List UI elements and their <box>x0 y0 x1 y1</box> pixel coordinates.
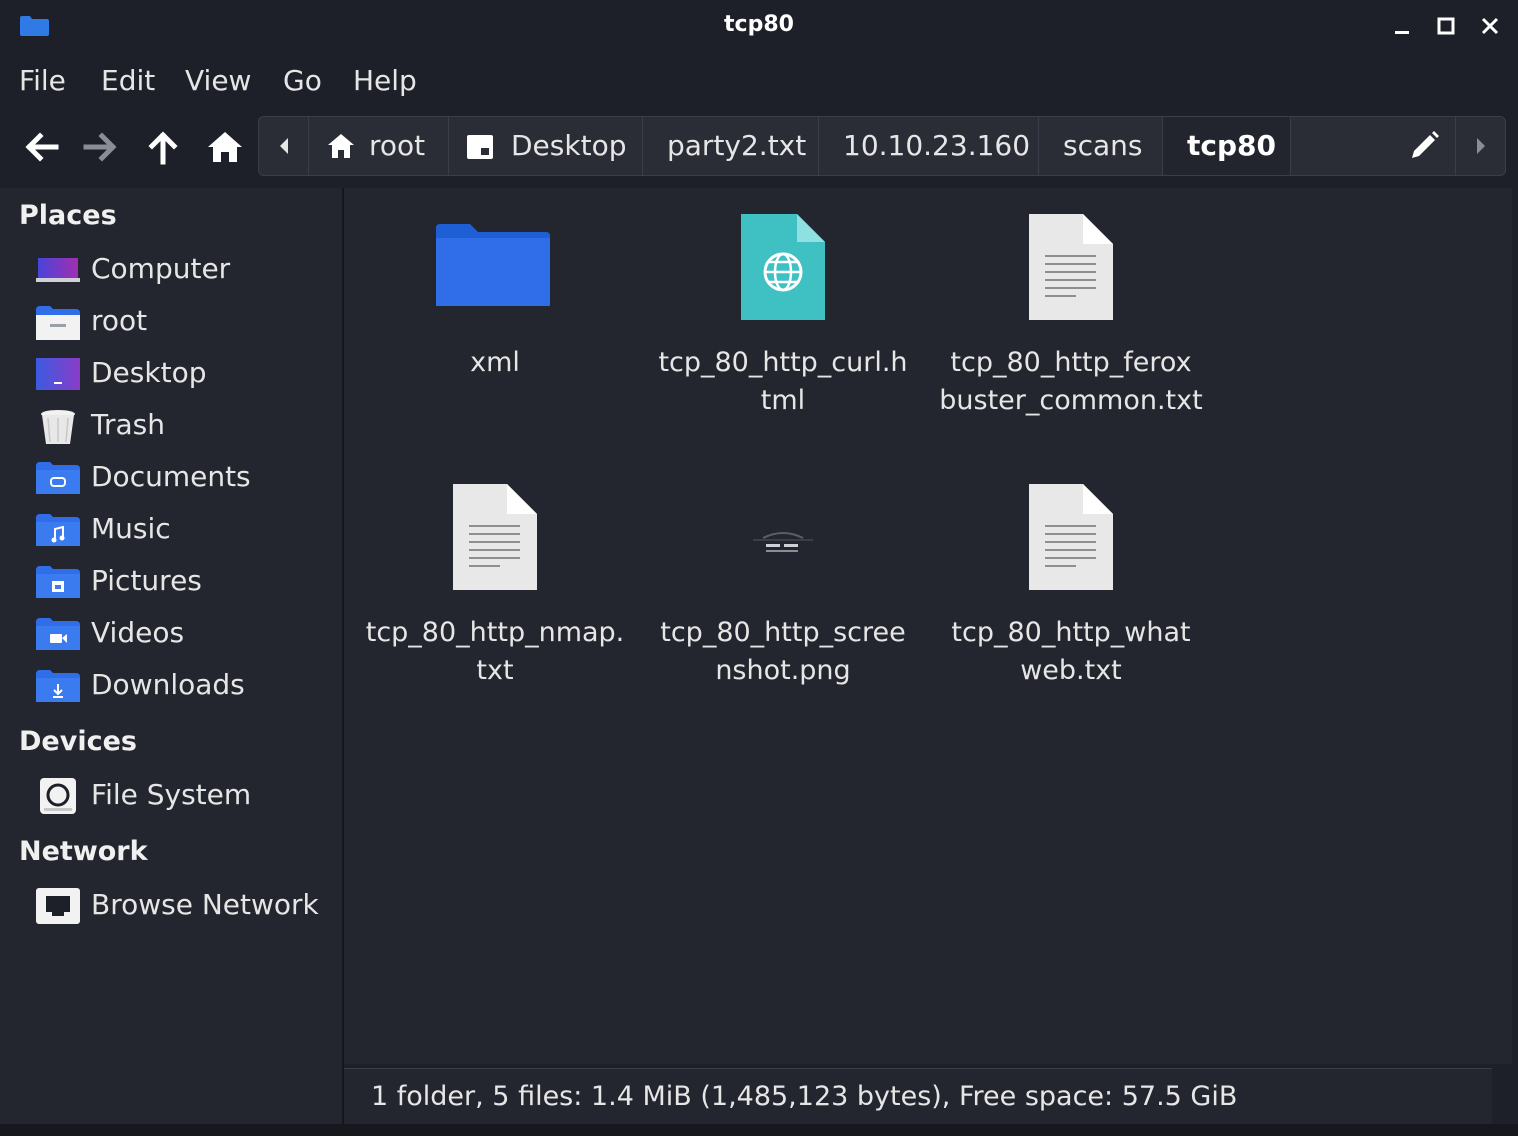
file-name: tcp_80_http_curl.h tml <box>658 347 908 416</box>
sidebar-item-label: Browse Network <box>91 888 319 921</box>
text-file-icon <box>1029 484 1113 590</box>
sidebar-item-trash[interactable]: Trash <box>36 406 336 446</box>
close-icon[interactable] <box>1478 14 1502 38</box>
network-header: Network <box>19 836 148 867</box>
window-bottom-edge <box>0 1124 1518 1136</box>
breadcrumb-party2[interactable]: party2.txt <box>643 117 819 175</box>
sidebar-item-label: root <box>91 304 148 337</box>
file-item-screenshot[interactable]: tcp_80_http_scree nshot.png <box>638 480 928 720</box>
sidebar-item-videos[interactable]: Videos <box>36 614 336 654</box>
sidebar-item-label: Downloads <box>91 668 245 701</box>
menu-edit[interactable]: Edit <box>101 64 155 97</box>
computer-icon <box>36 258 80 282</box>
music-folder-icon <box>36 514 80 546</box>
file-name: tcp_80_http_scree nshot.png <box>660 617 906 686</box>
breadcrumb-root[interactable]: root <box>309 117 449 175</box>
arrow-right-icon[interactable] <box>82 128 120 166</box>
sidebar-item-documents[interactable]: Documents <box>36 458 336 498</box>
file-item-xml[interactable]: xml <box>350 210 640 450</box>
sidebar-item-label: Documents <box>91 460 251 493</box>
html-file-icon <box>741 214 825 320</box>
devices-header: Devices <box>19 726 137 757</box>
sidebar-item-music[interactable]: Music <box>36 510 336 550</box>
sidebar-item-computer[interactable]: Computer <box>36 250 336 290</box>
arrow-left-icon[interactable] <box>22 128 60 166</box>
menu-help[interactable]: Help <box>353 64 417 97</box>
minimize-icon[interactable] <box>1390 14 1414 38</box>
desktop-icon <box>467 135 493 159</box>
network-icon <box>36 888 80 924</box>
image-file-icon <box>753 532 813 552</box>
sidebar-item-downloads[interactable]: Downloads <box>36 666 336 706</box>
breadcrumb-label: Desktop <box>511 129 627 162</box>
breadcrumb-tcp80[interactable]: tcp80 <box>1163 117 1291 175</box>
arrow-up-icon[interactable] <box>144 128 182 166</box>
sidebar-item-root[interactable]: root <box>36 302 336 342</box>
breadcrumb-label: root <box>369 129 426 162</box>
edit-location-button[interactable] <box>1395 117 1453 175</box>
breadcrumb: root Desktop party2.txt 10.10.23.160 sca… <box>258 116 1506 176</box>
breadcrumb-scroll-right[interactable] <box>1455 117 1505 175</box>
title-bar: tcp80 <box>0 0 1518 54</box>
breadcrumb-desktop[interactable]: Desktop <box>449 117 643 175</box>
file-item-nmap[interactable]: tcp_80_http_nmap. txt <box>350 480 640 720</box>
file-item-whatweb[interactable]: tcp_80_http_what web.txt <box>926 480 1216 720</box>
file-item-feroxbuster[interactable]: tcp_80_http_ferox buster_common.txt <box>926 210 1216 450</box>
trash-icon <box>41 410 75 444</box>
chevron-left-icon <box>280 138 288 154</box>
breadcrumb-scans[interactable]: scans <box>1039 117 1163 175</box>
pencil-icon <box>1412 131 1439 158</box>
sidebar-item-label: Videos <box>91 616 185 649</box>
sidebar-item-label: Pictures <box>91 564 202 597</box>
sidebar-item-file-system[interactable]: File System <box>36 776 336 816</box>
sidebar-item-browse-network[interactable]: Browse Network <box>36 886 336 926</box>
places-header: Places <box>19 200 117 231</box>
maximize-icon[interactable] <box>1434 14 1458 38</box>
drive-icon <box>40 778 76 814</box>
home-icon <box>328 134 354 158</box>
status-bar: 1 folder, 5 files: 1.4 MiB (1,485,123 by… <box>344 1068 1492 1124</box>
sidebar-item-label: Music <box>91 512 171 545</box>
sidebar-item-label: File System <box>91 778 252 811</box>
menu-file[interactable]: File <box>19 64 66 97</box>
chevron-right-icon <box>1477 138 1485 154</box>
sidebar-item-label: Desktop <box>91 356 207 389</box>
sidebar-item-label: Computer <box>91 252 231 285</box>
sidebar-item-label: Trash <box>91 408 165 441</box>
menu-go[interactable]: Go <box>283 64 322 97</box>
text-file-icon <box>1029 214 1113 320</box>
downloads-folder-icon <box>36 670 80 702</box>
menu-bar: File Edit View Go Help <box>0 56 1518 108</box>
documents-folder-icon <box>36 462 80 494</box>
breadcrumb-scroll-left[interactable] <box>259 117 309 175</box>
home-folder-icon <box>36 306 80 340</box>
sidebar-item-desktop[interactable]: Desktop <box>36 354 336 394</box>
file-name: xml <box>470 347 520 378</box>
home-icon[interactable] <box>206 128 244 166</box>
folder-icon <box>436 224 550 306</box>
sidebar: Places Computer root Desktop Trash Docum… <box>0 188 342 1124</box>
file-name: tcp_80_http_nmap. txt <box>365 617 625 686</box>
menu-view[interactable]: View <box>185 64 251 97</box>
breadcrumb-ip[interactable]: 10.10.23.160 <box>819 117 1039 175</box>
desktop-icon <box>36 358 80 390</box>
file-name: tcp_80_http_what web.txt <box>951 617 1191 686</box>
pictures-folder-icon <box>36 566 80 598</box>
sidebar-item-pictures[interactable]: Pictures <box>36 562 336 602</box>
window-title: tcp80 <box>724 12 794 37</box>
videos-folder-icon <box>36 618 80 650</box>
file-view: xml tcp_80_http_curl.h tml tcp_80_http_fe… <box>344 188 1512 1064</box>
file-item-curl-html[interactable]: tcp_80_http_curl.h tml <box>638 210 928 450</box>
file-name: tcp_80_http_ferox buster_common.txt <box>939 347 1203 416</box>
text-file-icon <box>453 484 537 590</box>
status-text: 1 folder, 5 files: 1.4 MiB (1,485,123 by… <box>371 1081 1238 1112</box>
